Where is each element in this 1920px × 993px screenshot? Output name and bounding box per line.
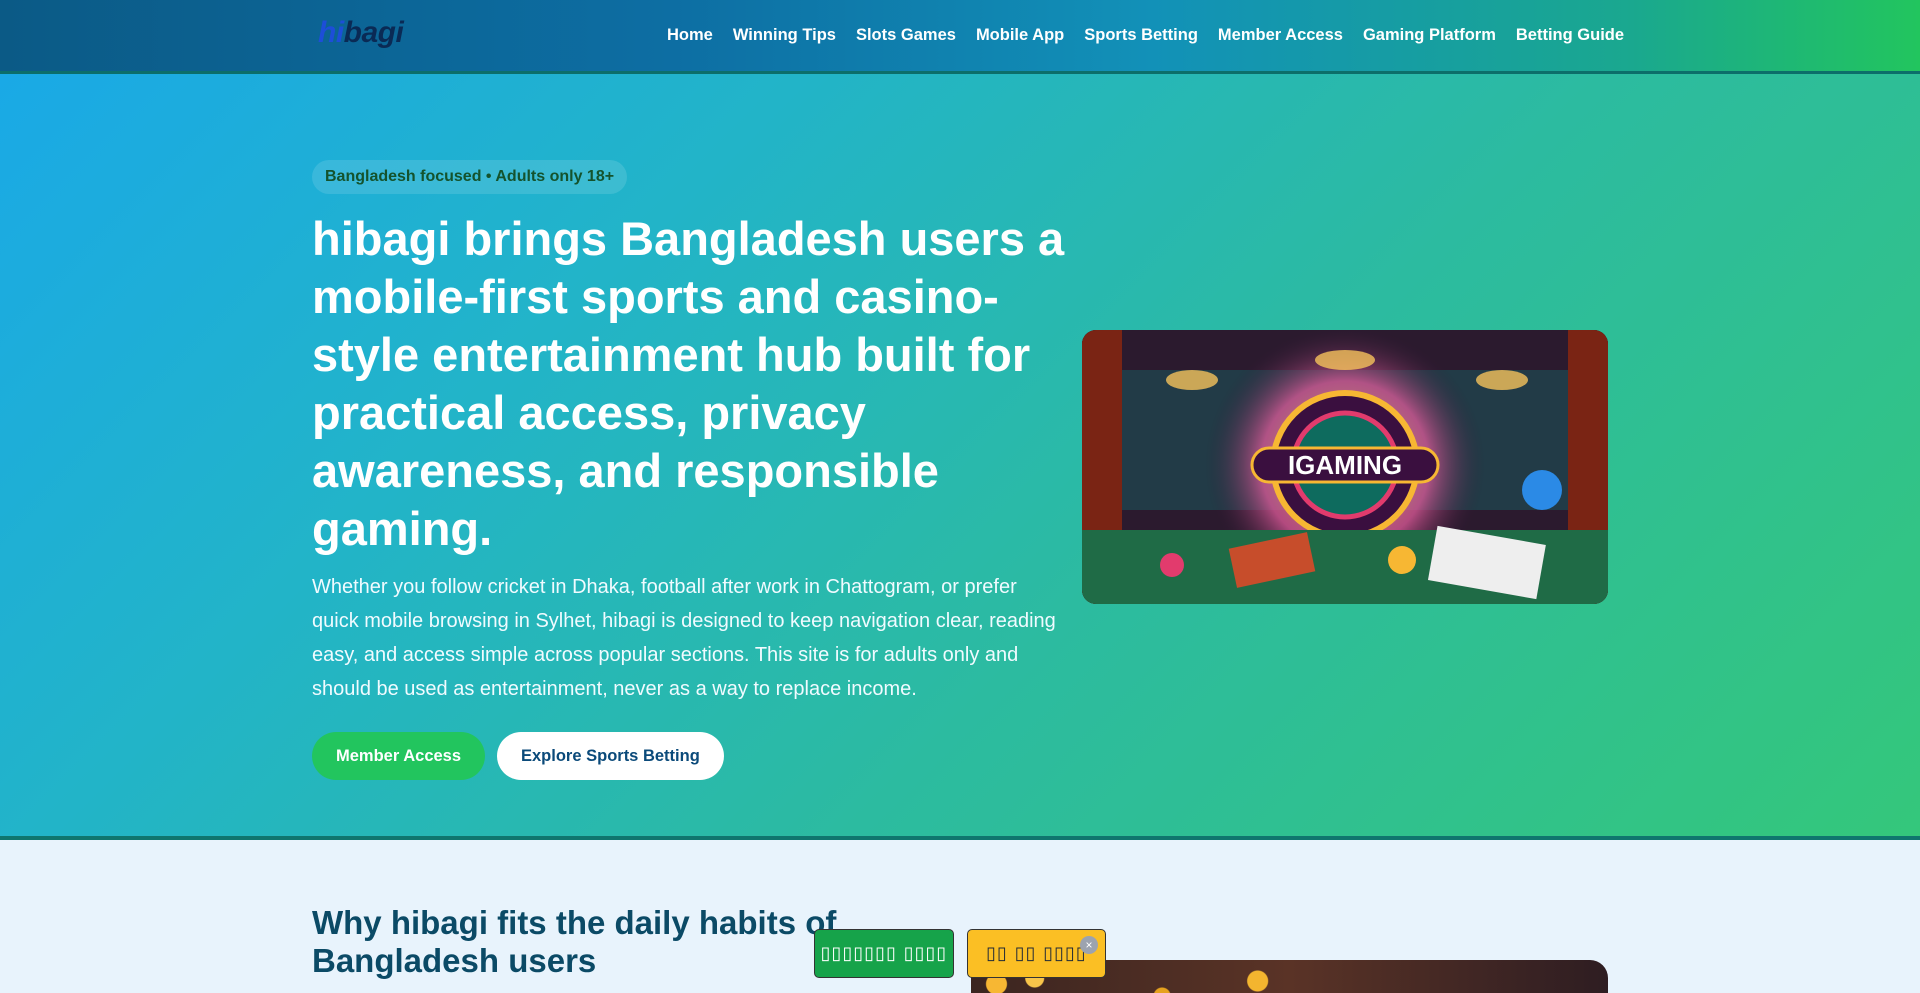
- nav-winning-tips[interactable]: Winning Tips: [733, 26, 836, 45]
- nav-betting-guide[interactable]: Betting Guide: [1516, 26, 1624, 45]
- age-badge: Bangladesh focused • Adults only 18+: [312, 160, 628, 194]
- igaming-text: IGAMING: [1288, 450, 1402, 480]
- nav-member-access[interactable]: Member Access: [1218, 26, 1343, 45]
- hero-section: Bangladesh focused • Adults only 18+ hib…: [0, 74, 1920, 840]
- site-header: hibagi Home Winning Tips Slots Games Mob…: [0, 0, 1920, 74]
- igaming-hero-image: IGAMING: [1082, 330, 1608, 604]
- nav-slots-games[interactable]: Slots Games: [856, 26, 956, 45]
- nav-home[interactable]: Home: [667, 26, 713, 45]
- nav-mobile-app[interactable]: Mobile App: [976, 26, 1064, 45]
- logo-prefix: hi: [318, 16, 344, 49]
- section-title: Why hibagi fits the daily habits of Bang…: [312, 904, 837, 979]
- member-access-button[interactable]: Member Access: [312, 732, 486, 780]
- hero-title: hibagi brings Bangladesh users a mobile-…: [312, 212, 1065, 555]
- nav-sports-betting[interactable]: Sports Betting: [1084, 26, 1198, 45]
- hero-description: Whether you follow cricket in Dhaka, foo…: [312, 576, 1056, 700]
- nav-gaming-platform[interactable]: Gaming Platform: [1363, 26, 1496, 45]
- explore-sports-betting-button[interactable]: Explore Sports Betting: [497, 732, 724, 780]
- igaming-illustration: IGAMING: [1082, 330, 1608, 604]
- close-icon[interactable]: ×: [1080, 936, 1098, 954]
- site-logo[interactable]: hibagi: [318, 16, 404, 50]
- logo-suffix: bagi: [343, 16, 404, 49]
- main-nav: Home Winning Tips Slots Games Mobile App…: [667, 26, 1644, 45]
- floating-button-green[interactable]: ▯▯▯▯▯▯▯ ▯▯▯▯: [814, 929, 954, 978]
